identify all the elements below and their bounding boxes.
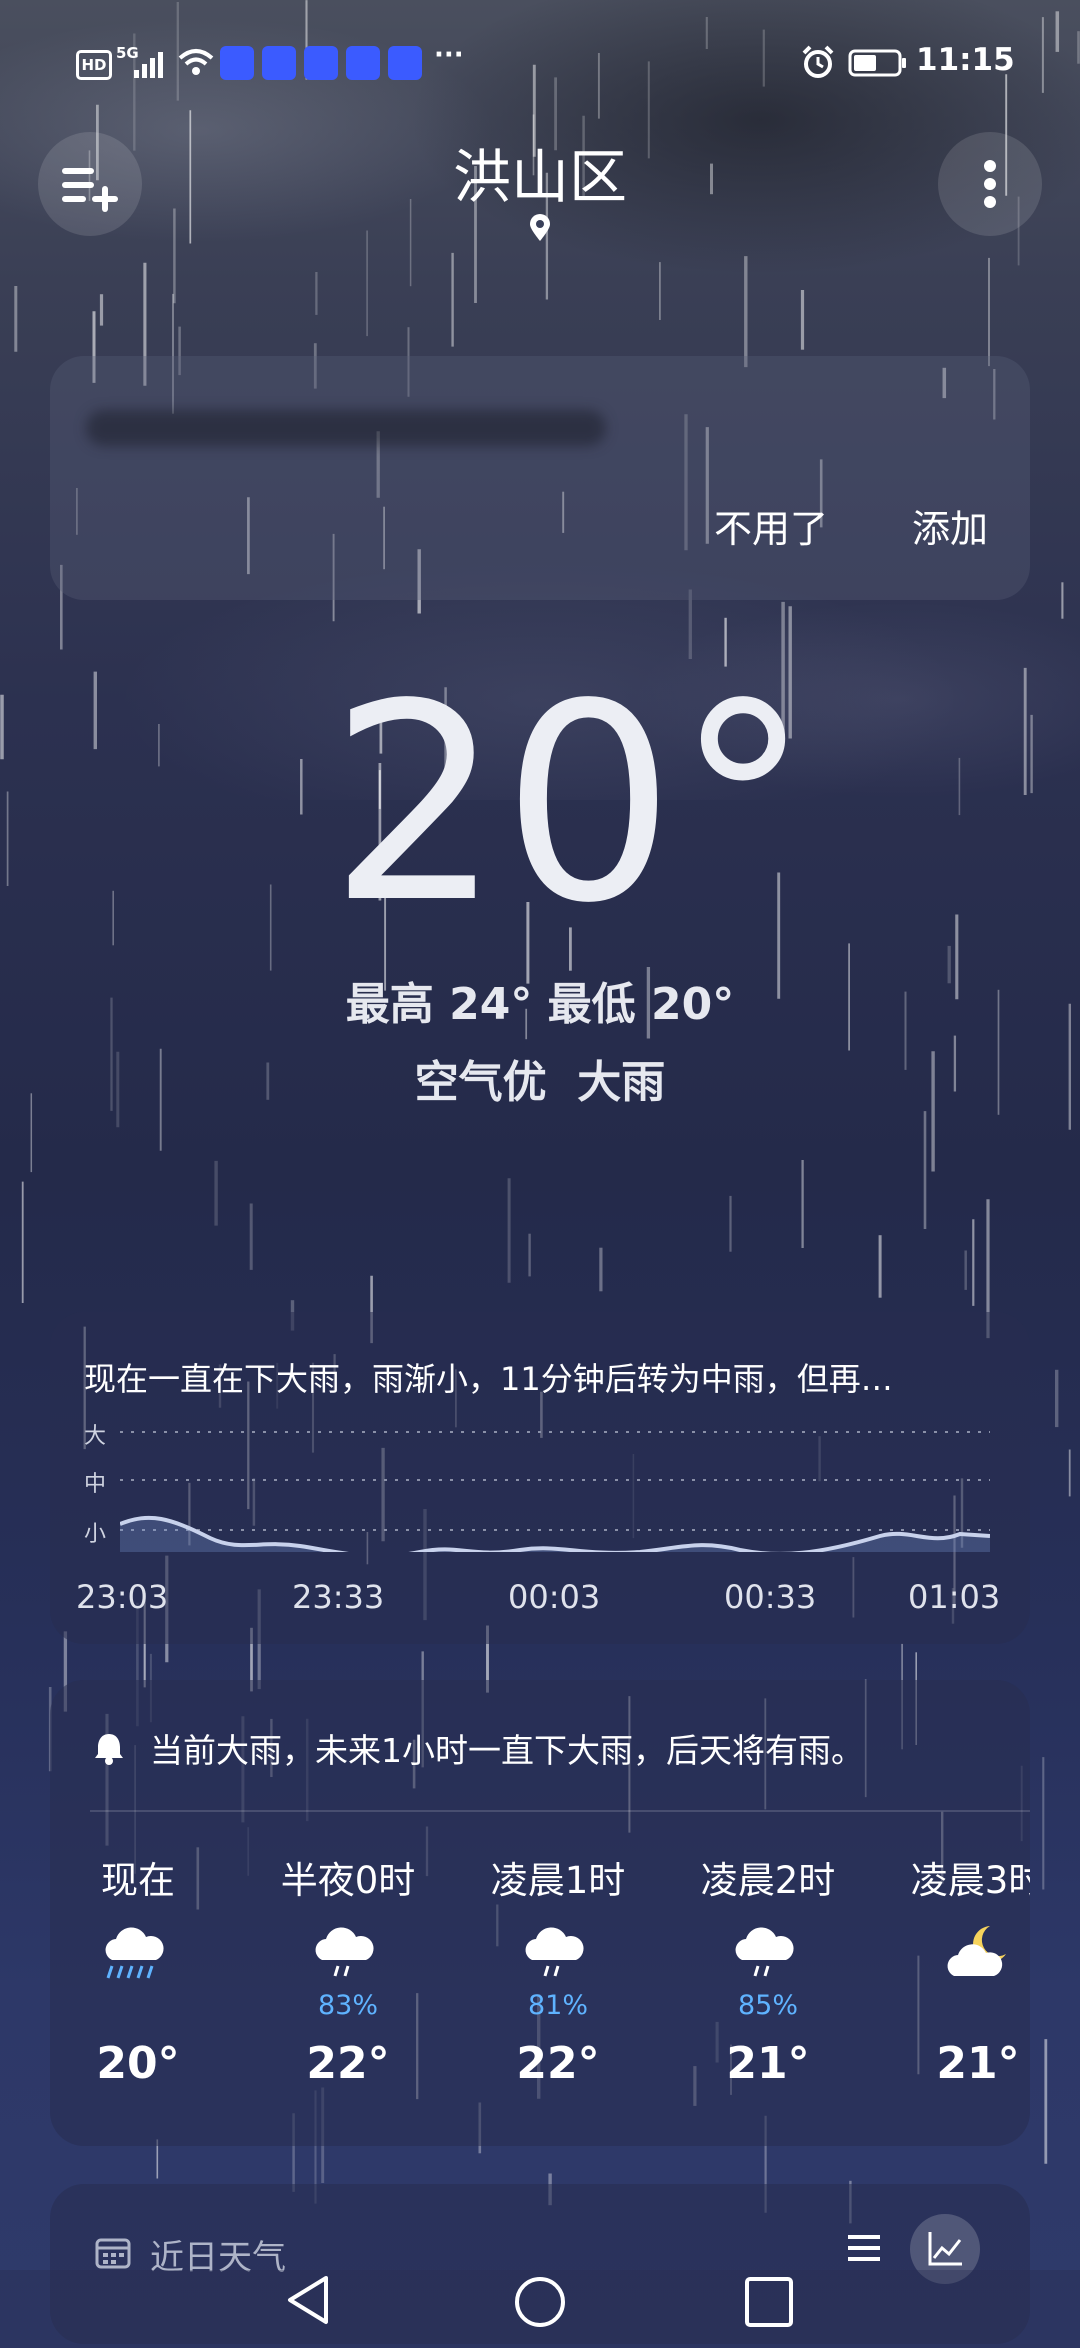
hourly-time-label: 半夜0时 (280, 1859, 416, 1902)
hd-badge: HD (76, 50, 112, 80)
hourly-time-label: 凌晨2时 (700, 1859, 836, 1902)
app-notification-icon (304, 46, 338, 80)
weather-alert-text: 当前大雨，未来1小时一直下大雨，后天将有雨。 (150, 1731, 864, 1770)
add-widget-prompt-card: 不用了 添加 (50, 356, 1030, 600)
air-quality-condition: 空气优 大雨 (414, 1057, 666, 1108)
back-icon[interactable] (282, 2272, 334, 2328)
alert-divider (90, 1810, 1030, 1812)
blurred-prompt-text (86, 410, 606, 446)
more-options-button[interactable] (938, 132, 1042, 236)
app-notification-icon (388, 46, 422, 80)
precipitation-chance: 83% (317, 1990, 378, 2021)
time-tick-label: 01:03 (908, 1578, 1001, 1616)
time-tick-label: 00:03 (508, 1578, 601, 1616)
precipitation-forecast-card[interactable]: 现在一直在下大雨，雨渐小，11分钟后转为中雨，但再… 大 中 小 23:03 2… (50, 1312, 1030, 1644)
hourly-item: 凌晨3时 21° (908, 1850, 1030, 2089)
time-tick-label: 00:33 (724, 1578, 817, 1616)
app-notification-icon (346, 46, 380, 80)
home-icon[interactable] (512, 2274, 568, 2330)
page-title[interactable]: 洪山区 (340, 130, 740, 214)
app-notification-icon (220, 46, 254, 80)
hourly-time-label: 凌晨3时 (910, 1859, 1030, 1902)
hourly-time-label: 现在 (101, 1859, 175, 1902)
hourly-temperature: 20° (96, 2038, 180, 2089)
status-bar: HD 5G ··· 11:15 (0, 40, 1080, 90)
wifi-icon (178, 49, 214, 75)
hourly-item: 凌晨1时 81% 22° (488, 1850, 628, 2089)
battery-icon (848, 49, 906, 77)
more-vertical-icon (984, 160, 996, 208)
current-temperature: 20° (328, 647, 812, 963)
precipitation-chance: 85% (737, 1990, 798, 2021)
precipitation-chance: 81% (527, 1990, 588, 2021)
status-time: 11:15 (916, 42, 1015, 78)
system-navigation-bar (0, 2270, 1080, 2348)
time-tick-label: 23:03 (76, 1578, 169, 1616)
bell-icon (95, 1734, 123, 1765)
precipitation-curve-chart (120, 1431, 990, 1552)
alarm-icon (802, 45, 834, 78)
forecast-summary: 现在一直在下大雨，雨渐小，11分钟后转为中雨，但再… (84, 1360, 893, 1398)
hourly-item: 半夜0时 83% 22° (278, 1850, 418, 2089)
hourly-temperature: 22° (306, 2038, 390, 2089)
more-notifications-dots: ··· (434, 40, 464, 70)
rain-icon (525, 1927, 584, 1977)
high-low-temperature: 最高 24° 最低 20° (345, 979, 735, 1030)
rain-icon (735, 1927, 794, 1977)
notification-app-icons (220, 46, 430, 80)
hourly-item: 凌晨2时 85% 21° (698, 1850, 838, 2089)
hourly-time-label: 凌晨1时 (490, 1859, 626, 1902)
app-notification-icon (262, 46, 296, 80)
decline-button[interactable]: 不用了 (714, 498, 828, 553)
hourly-temperature: 21° (936, 2038, 1020, 2089)
intensity-label-heavy: 大 (84, 1424, 107, 1449)
hourly-temperature: 22° (516, 2038, 600, 2089)
precipitation-chance (908, 1990, 1030, 2024)
list-view-icon[interactable] (844, 2228, 884, 2268)
time-tick-label: 23:33 (292, 1578, 385, 1616)
intensity-label-medium: 中 (84, 1472, 107, 1497)
city-list-button[interactable] (38, 132, 142, 236)
intensity-label-light: 小 (84, 1522, 107, 1547)
add-city-list-icon (62, 168, 118, 212)
signal-icon (134, 52, 163, 78)
location-pin-icon (530, 214, 550, 241)
hourly-item: 现在 20° (68, 1850, 208, 2089)
add-button[interactable]: 添加 (912, 498, 988, 553)
hourly-forecast-card[interactable]: 当前大雨，未来1小时一直下大雨，后天将有雨。 现在 20° 半夜0时 83% 22° 凌晨… (50, 1680, 1030, 2146)
hourly-temperature: 21° (726, 2038, 810, 2089)
calendar-icon (95, 2238, 131, 2269)
cloudy-night-icon (947, 1926, 1006, 1976)
rain-icon (315, 1927, 374, 1977)
heavy-rain-icon (105, 1927, 164, 1979)
recents-icon[interactable] (742, 2274, 796, 2330)
precipitation-chance (68, 1990, 208, 2024)
